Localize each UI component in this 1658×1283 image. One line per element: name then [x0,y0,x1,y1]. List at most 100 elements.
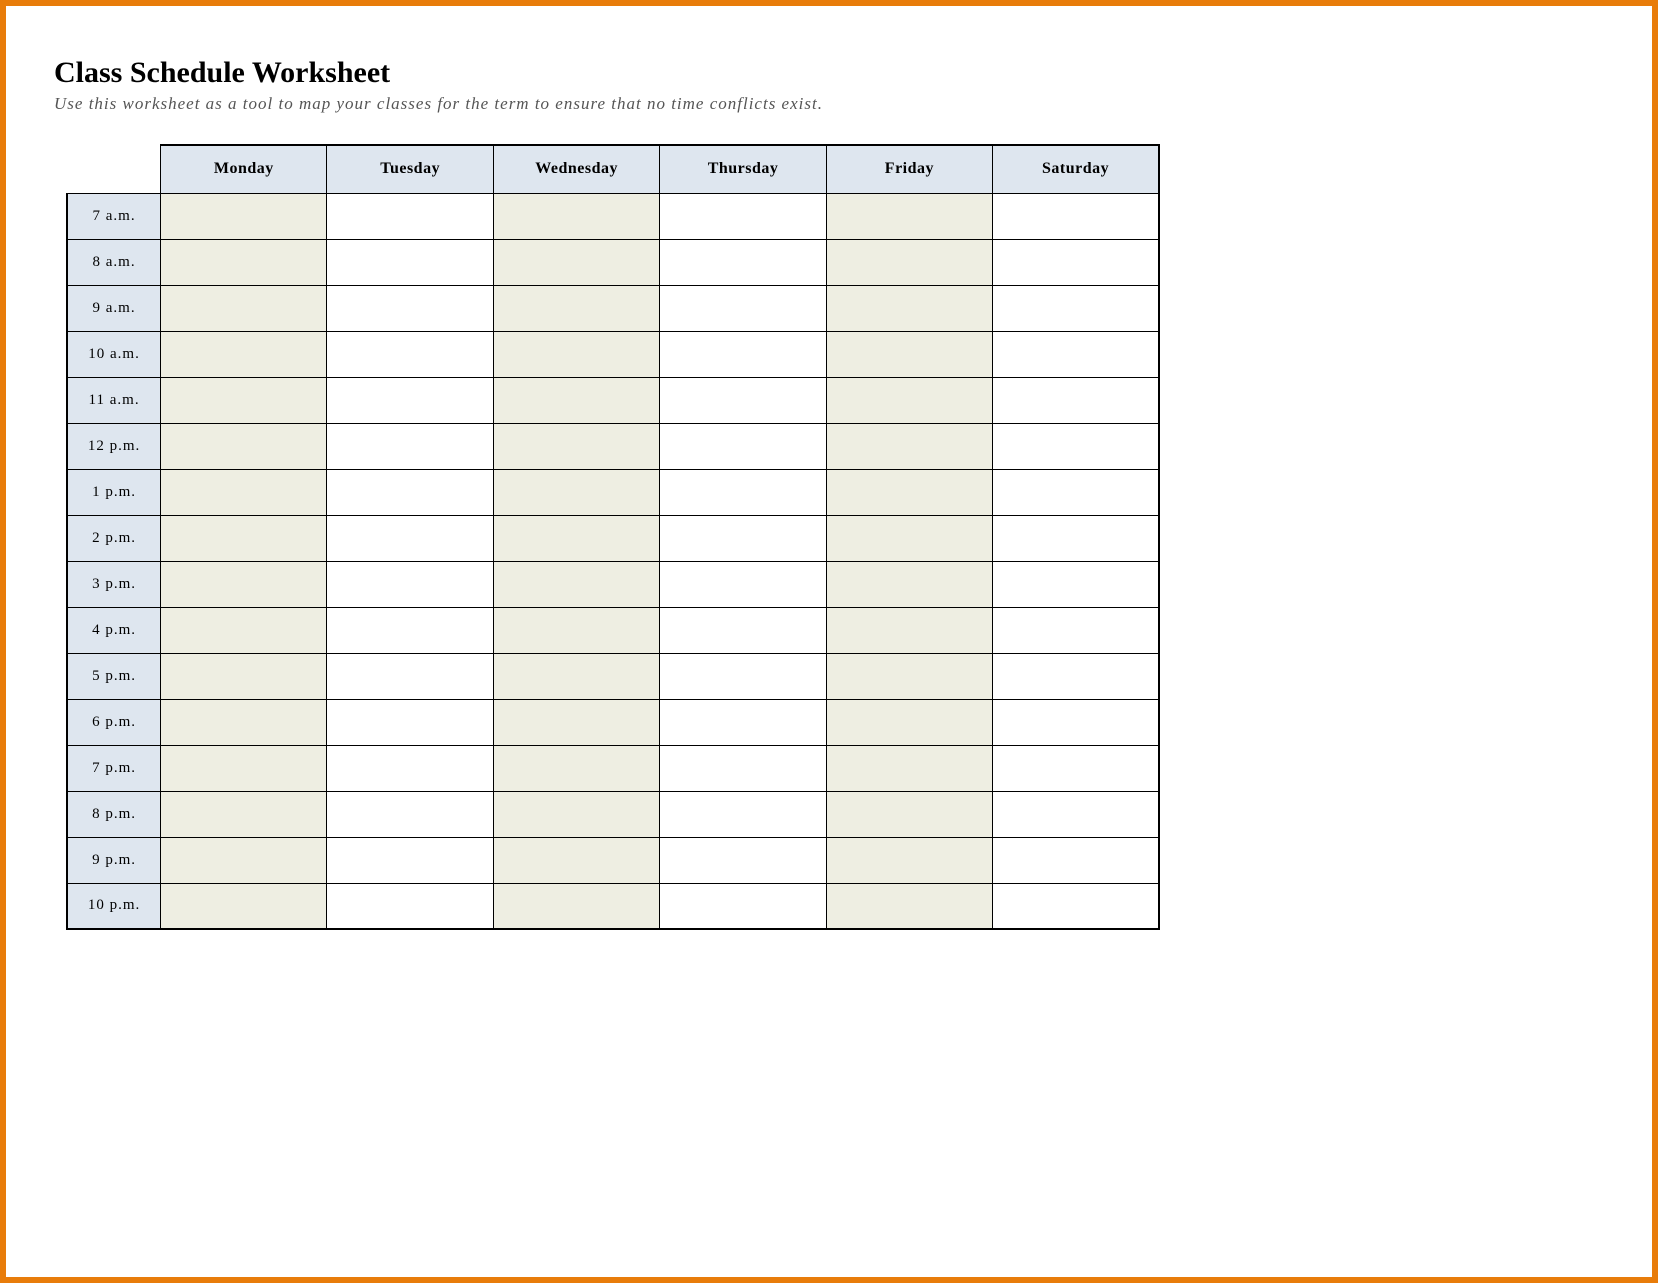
schedule-slot[interactable] [161,837,327,883]
schedule-slot[interactable] [161,745,327,791]
schedule-slot[interactable] [327,239,493,285]
schedule-slot[interactable] [826,837,992,883]
schedule-slot[interactable] [161,561,327,607]
schedule-slot[interactable] [660,285,826,331]
schedule-slot[interactable] [493,515,660,561]
schedule-slot[interactable] [493,699,660,745]
schedule-slot[interactable] [993,699,1159,745]
schedule-slot[interactable] [161,285,327,331]
schedule-slot[interactable] [161,377,327,423]
schedule-slot[interactable] [327,607,493,653]
schedule-slot[interactable] [993,469,1159,515]
schedule-slot[interactable] [493,561,660,607]
schedule-slot[interactable] [327,745,493,791]
schedule-slot[interactable] [493,239,660,285]
schedule-slot[interactable] [826,285,992,331]
schedule-slot[interactable] [993,239,1159,285]
schedule-slot[interactable] [327,377,493,423]
schedule-slot[interactable] [327,699,493,745]
schedule-slot[interactable] [993,561,1159,607]
schedule-slot[interactable] [826,469,992,515]
schedule-slot[interactable] [161,239,327,285]
schedule-slot[interactable] [660,607,826,653]
schedule-slot[interactable] [993,193,1159,239]
schedule-slot[interactable] [161,469,327,515]
schedule-slot[interactable] [493,193,660,239]
schedule-slot[interactable] [660,469,826,515]
schedule-slot[interactable] [493,423,660,469]
schedule-slot[interactable] [161,515,327,561]
schedule-slot[interactable] [161,331,327,377]
schedule-slot[interactable] [161,791,327,837]
schedule-slot[interactable] [660,331,826,377]
time-row: 4 p.m. [67,607,1159,653]
schedule-slot[interactable] [660,745,826,791]
schedule-slot[interactable] [993,653,1159,699]
schedule-slot[interactable] [826,653,992,699]
schedule-slot[interactable] [826,423,992,469]
schedule-slot[interactable] [660,837,826,883]
schedule-slot[interactable] [161,653,327,699]
schedule-slot[interactable] [161,883,327,929]
schedule-slot[interactable] [826,377,992,423]
day-header: Monday [161,145,327,193]
schedule-slot[interactable] [993,745,1159,791]
schedule-slot[interactable] [327,331,493,377]
schedule-slot[interactable] [161,699,327,745]
schedule-slot[interactable] [660,515,826,561]
schedule-slot[interactable] [493,837,660,883]
schedule-slot[interactable] [327,285,493,331]
schedule-slot[interactable] [993,883,1159,929]
schedule-slot[interactable] [327,791,493,837]
schedule-slot[interactable] [826,745,992,791]
schedule-slot[interactable] [493,331,660,377]
schedule-slot[interactable] [660,423,826,469]
schedule-slot[interactable] [327,469,493,515]
schedule-slot[interactable] [327,423,493,469]
schedule-slot[interactable] [493,469,660,515]
schedule-slot[interactable] [660,377,826,423]
schedule-slot[interactable] [826,791,992,837]
schedule-slot[interactable] [327,561,493,607]
schedule-slot[interactable] [826,193,992,239]
schedule-slot[interactable] [993,837,1159,883]
time-row: 1 p.m. [67,469,1159,515]
schedule-slot[interactable] [327,193,493,239]
schedule-slot[interactable] [493,377,660,423]
schedule-slot[interactable] [493,883,660,929]
schedule-slot[interactable] [493,285,660,331]
schedule-slot[interactable] [660,653,826,699]
schedule-slot[interactable] [327,837,493,883]
schedule-slot[interactable] [993,423,1159,469]
schedule-slot[interactable] [161,423,327,469]
schedule-slot[interactable] [993,515,1159,561]
schedule-slot[interactable] [993,331,1159,377]
schedule-slot[interactable] [327,883,493,929]
schedule-slot[interactable] [161,193,327,239]
schedule-slot[interactable] [660,699,826,745]
schedule-slot[interactable] [660,239,826,285]
schedule-slot[interactable] [660,561,826,607]
schedule-slot[interactable] [826,607,992,653]
schedule-slot[interactable] [826,883,992,929]
schedule-slot[interactable] [826,239,992,285]
schedule-slot[interactable] [493,653,660,699]
schedule-slot[interactable] [993,285,1159,331]
schedule-slot[interactable] [826,331,992,377]
schedule-slot[interactable] [993,607,1159,653]
schedule-slot[interactable] [826,699,992,745]
schedule-slot[interactable] [327,653,493,699]
schedule-slot[interactable] [660,883,826,929]
schedule-slot[interactable] [493,745,660,791]
schedule-slot[interactable] [993,377,1159,423]
time-row: 12 p.m. [67,423,1159,469]
schedule-slot[interactable] [327,515,493,561]
schedule-slot[interactable] [493,791,660,837]
schedule-slot[interactable] [493,607,660,653]
schedule-slot[interactable] [993,791,1159,837]
schedule-slot[interactable] [660,193,826,239]
schedule-slot[interactable] [161,607,327,653]
schedule-slot[interactable] [826,561,992,607]
schedule-slot[interactable] [660,791,826,837]
schedule-slot[interactable] [826,515,992,561]
